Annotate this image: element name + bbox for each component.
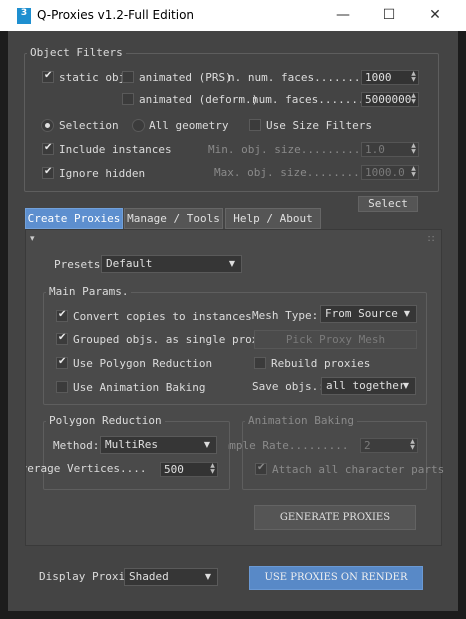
selection-radio[interactable] <box>41 119 54 132</box>
maximize-button[interactable]: ☐ <box>366 0 412 31</box>
tab-create-proxies[interactable]: Create Proxies <box>25 208 123 229</box>
display-mode-value: Shaded <box>129 570 169 583</box>
chevron-down-icon: ▼ <box>204 572 211 581</box>
spinner-arrows-icon[interactable]: ▲ ▼ <box>209 463 216 476</box>
chevron-down-icon: ▼ <box>228 259 235 268</box>
min-size-spinner[interactable]: 1.0 ▲ ▼ <box>361 142 419 157</box>
max-size-spinner[interactable]: 1000.0 ▲ ▼ <box>361 165 419 180</box>
spinner-arrows-icon[interactable]: ▲ ▼ <box>410 71 417 84</box>
n-faces-prs-spinner[interactable]: 1000 ▲ ▼ <box>361 70 419 85</box>
convert-copies-checkbox[interactable] <box>56 309 68 322</box>
n-faces-prs-label: n. num. faces......... <box>228 71 374 84</box>
static-obj-label: static obj <box>59 71 126 84</box>
object-filters-label: Object Filters <box>27 46 126 59</box>
include-instances-label: Include instances <box>59 143 172 156</box>
animated-prs-label: animated (PRS) <box>139 71 232 84</box>
convert-copies-label: Convert copies to instances <box>73 310 252 323</box>
spinner-arrows-icon[interactable]: ▲ ▼ <box>410 93 417 106</box>
attach-all-label: Attach all character parts <box>272 463 445 476</box>
use-size-filters-checkbox[interactable] <box>249 119 261 131</box>
avg-vertices-label-clip: Average Vertices.... <box>26 462 156 478</box>
static-obj-checkbox[interactable] <box>42 70 54 83</box>
use-proxies-on-render-button[interactable]: USE PROXIES ON RENDER <box>249 566 423 590</box>
n-faces-deform-spinner[interactable]: 5000000 ▲ ▼ <box>361 92 419 107</box>
sample-rate-label: Sample Rate......... <box>228 439 349 452</box>
presets-dropdown[interactable]: Default ▼ <box>101 255 242 273</box>
grouped-objs-checkbox[interactable] <box>56 332 68 345</box>
spinner-arrows-icon[interactable]: ▲ ▼ <box>410 166 417 179</box>
rebuild-proxies-label: Rebuild proxies <box>271 357 371 370</box>
all-geometry-label: All geometry <box>149 119 229 132</box>
mesh-type-value: From Source <box>325 307 398 320</box>
presets-value: Default <box>106 257 153 270</box>
use-size-filters-label: Use Size Filters <box>266 119 372 132</box>
polygon-reduction-group <box>43 421 230 490</box>
tab-manage-tools[interactable]: Manage / Tools <box>124 208 223 229</box>
app-icon: 3 <box>17 8 31 24</box>
close-button[interactable]: ✕ <box>412 0 458 31</box>
sample-rate-spinner[interactable]: 2 ▲ ▼ <box>360 438 418 453</box>
grouped-objs-label: Grouped objs. as single proxy <box>73 333 266 346</box>
save-objs-label: Save objs.: <box>252 380 325 393</box>
method-label: Method: <box>53 439 100 452</box>
window-title: Q-Proxies v1.2-Full Edition <box>37 8 195 22</box>
spinner-arrows-icon[interactable]: ▲ ▼ <box>410 143 417 156</box>
sample-rate-value: 2 <box>364 439 371 452</box>
ignore-hidden-checkbox[interactable] <box>42 166 54 179</box>
min-size-label: Min. obj. size.......... <box>208 143 367 156</box>
save-objs-value: all together <box>326 379 406 392</box>
minimize-button[interactable]: — <box>320 0 366 31</box>
mesh-type-label: Mesh Type: <box>252 309 319 322</box>
window-frame-bottom <box>0 611 466 619</box>
animation-baking-group <box>242 421 427 490</box>
all-geometry-radio[interactable] <box>132 119 145 132</box>
sample-rate-label-clip: Sample Rate......... <box>228 439 353 455</box>
presets-label: Presets: <box>54 258 107 271</box>
use-polygon-reduction-label: Use Polygon Reduction <box>73 357 213 370</box>
method-dropdown[interactable]: MultiRes ▼ <box>100 436 217 454</box>
animated-prs-checkbox[interactable] <box>122 71 134 83</box>
tab-help-about[interactable]: Help / About <box>225 208 321 229</box>
title-bar: 3 Q-Proxies v1.2-Full Edition — ☐ ✕ <box>0 0 466 31</box>
animated-deform-checkbox[interactable] <box>122 93 134 105</box>
include-instances-checkbox[interactable] <box>42 142 54 155</box>
display-proxies-label: Display Proxies <box>39 570 125 583</box>
rebuild-proxies-checkbox[interactable] <box>254 357 266 369</box>
max-size-label: Max. obj. size......... <box>214 166 367 179</box>
use-animation-baking-label: Use Animation Baking <box>73 381 206 394</box>
avg-vertices-value: 500 <box>164 463 184 476</box>
select-button[interactable]: Select <box>358 196 418 212</box>
grip-icon[interactable]: ∷ <box>428 234 434 245</box>
main-params-label: Main Params. <box>46 285 132 298</box>
chevron-down-icon: ▼ <box>403 309 410 318</box>
avg-vertices-spinner[interactable]: 500 ▲ ▼ <box>160 462 218 477</box>
window-frame-right <box>458 31 466 619</box>
animated-deform-label: animated (deform.) <box>139 93 259 106</box>
chevron-down-icon: ▼ <box>203 440 210 449</box>
use-animation-baking-checkbox[interactable] <box>56 381 68 393</box>
attach-all-checkbox[interactable] <box>255 462 267 475</box>
display-mode-dropdown[interactable]: Shaded ▼ <box>124 568 218 586</box>
method-value: MultiRes <box>105 438 158 451</box>
n-faces-deform-value: 5000000 <box>365 93 412 106</box>
min-size-value: 1.0 <box>365 143 385 156</box>
mesh-type-dropdown[interactable]: From Source ▼ <box>320 305 417 323</box>
selection-label: Selection <box>59 119 119 132</box>
use-polygon-reduction-checkbox[interactable] <box>56 356 68 369</box>
save-objs-dropdown[interactable]: all together ▼ <box>321 377 416 395</box>
window-frame-left <box>0 31 8 619</box>
pick-proxy-mesh-button[interactable]: Pick Proxy Mesh <box>254 330 417 349</box>
n-faces-deform-label: num. faces........ <box>252 93 372 106</box>
polygon-reduction-label: Polygon Reduction <box>46 414 165 427</box>
avg-vertices-label: Average Vertices.... <box>26 462 147 475</box>
max-size-value: 1000.0 <box>365 166 405 179</box>
n-faces-prs-value: 1000 <box>365 71 392 84</box>
collapse-arrow-icon[interactable]: ▾ <box>30 234 35 244</box>
animation-baking-label: Animation Baking <box>245 414 357 427</box>
chevron-down-icon: ▼ <box>402 381 409 390</box>
generate-proxies-button[interactable]: GENERATE PROXIES <box>254 505 416 530</box>
spinner-arrows-icon[interactable]: ▲ ▼ <box>409 439 416 452</box>
ignore-hidden-label: Ignore hidden <box>59 167 146 180</box>
